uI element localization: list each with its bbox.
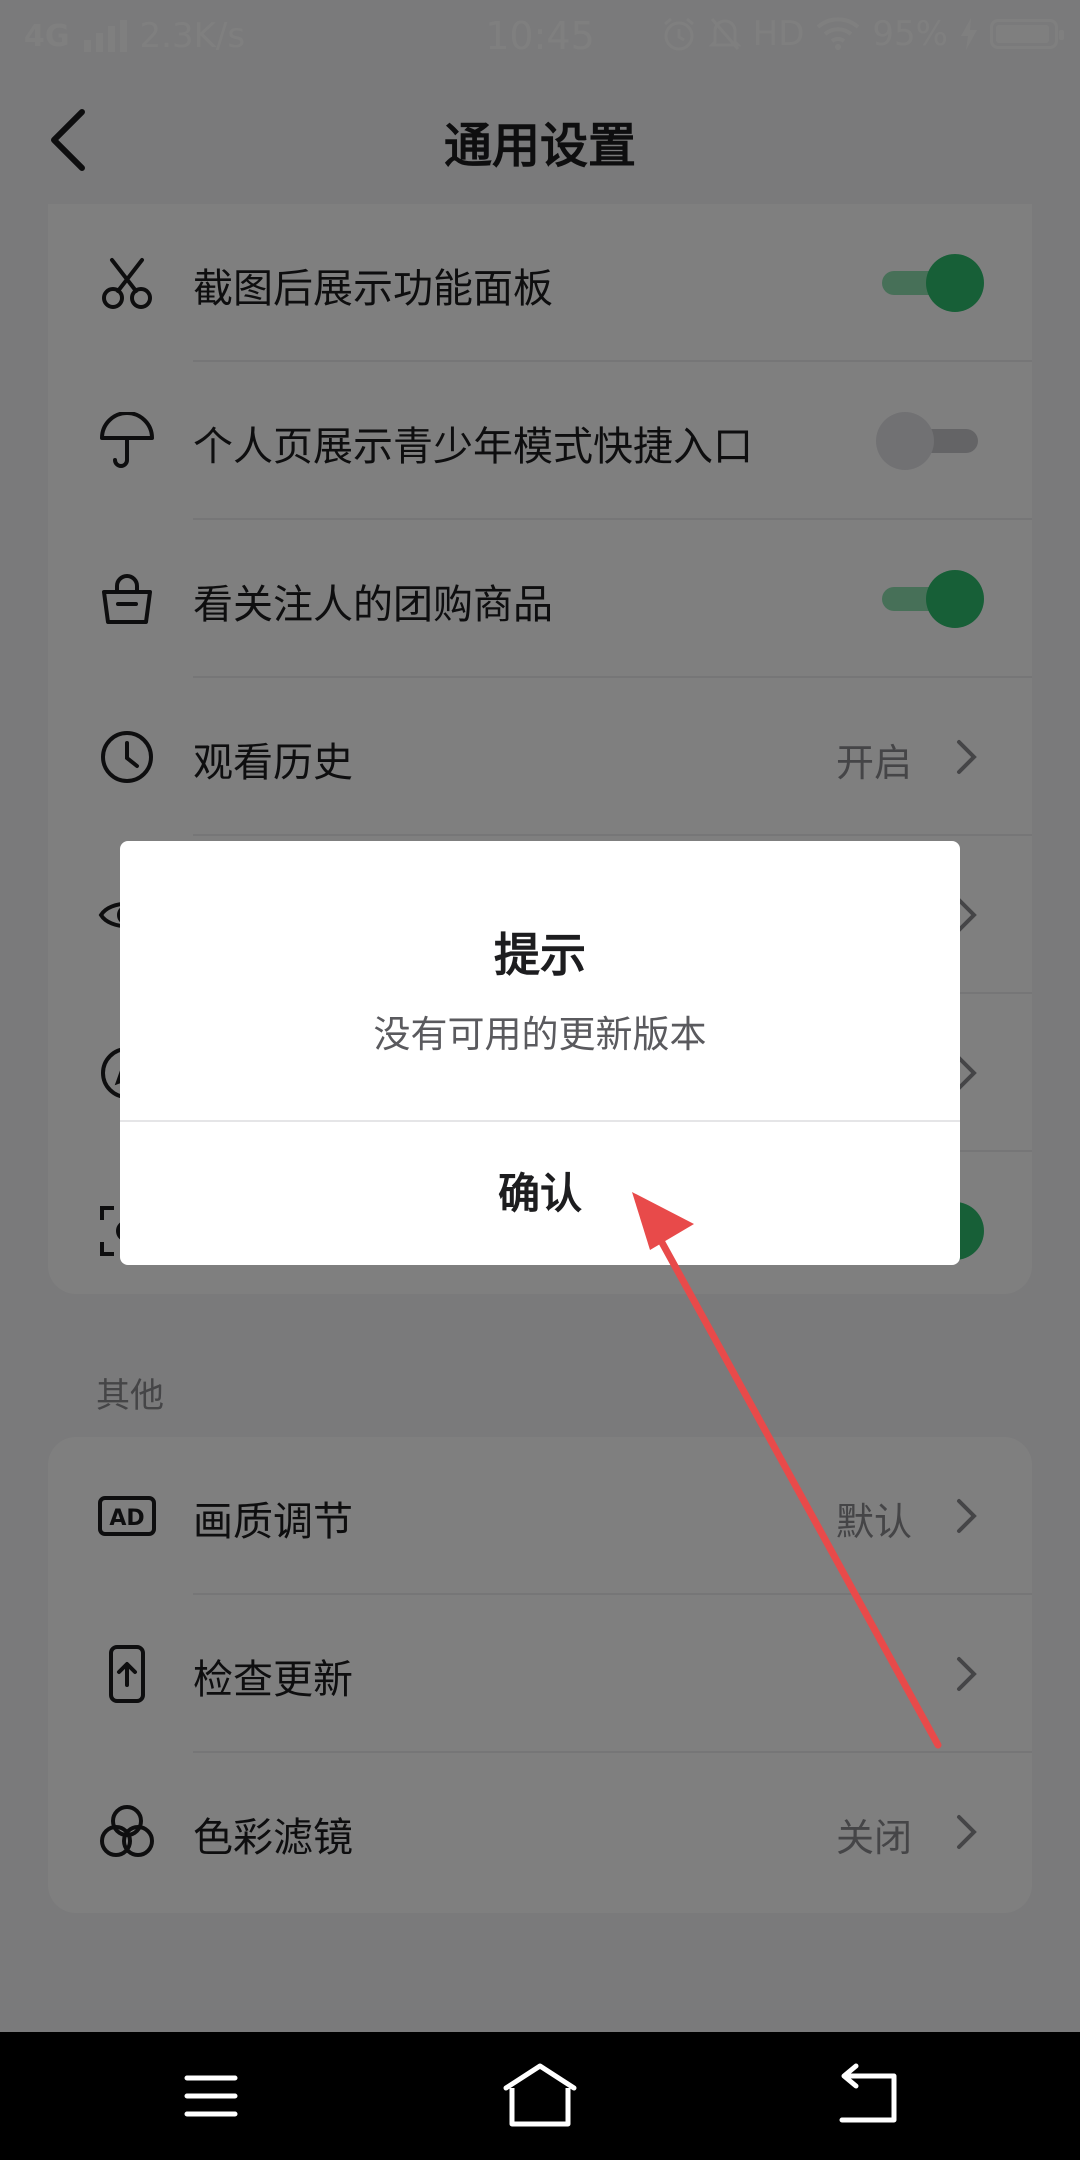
dialog-message: 没有可用的更新版本: [373, 1013, 707, 1056]
menu-icon[interactable]: [151, 2052, 271, 2140]
alert-dialog: 提示 没有可用的更新版本 确认: [120, 841, 960, 1265]
confirm-button[interactable]: 确认: [120, 1122, 960, 1265]
dialog-title: 提示: [494, 928, 586, 982]
system-navigation-bar: [0, 2032, 1080, 2160]
back-icon[interactable]: [808, 2052, 928, 2140]
home-icon[interactable]: [480, 2052, 600, 2140]
